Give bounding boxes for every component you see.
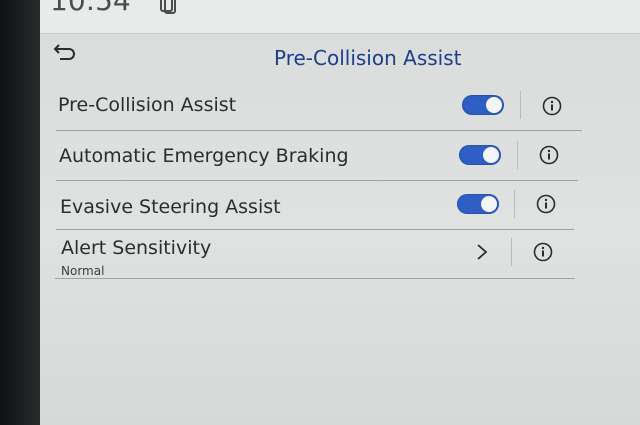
screen-bezel xyxy=(0,0,40,425)
setting-label: Automatic Emergency Braking xyxy=(59,145,349,167)
setting-label: Evasive Steering Assist xyxy=(60,196,281,218)
info-icon[interactable] xyxy=(533,242,553,262)
row-divider xyxy=(56,130,582,131)
row-separator xyxy=(517,141,518,169)
row-separator xyxy=(520,91,521,119)
phone-projection-icon[interactable] xyxy=(160,0,176,14)
automatic-emergency-braking-toggle[interactable] xyxy=(459,145,501,165)
info-icon[interactable] xyxy=(536,194,556,214)
row-divider xyxy=(56,180,578,181)
back-arrow-icon[interactable] xyxy=(52,42,76,60)
chevron-right-icon[interactable] xyxy=(476,243,488,261)
clock: 10:54 xyxy=(50,0,131,17)
pre-collision-assist-toggle[interactable] xyxy=(462,95,504,115)
row-separator xyxy=(514,190,515,218)
info-icon[interactable] xyxy=(542,96,562,116)
toggle-knob xyxy=(483,147,499,163)
toggle-knob xyxy=(481,196,497,212)
setting-label: Pre-Collision Assist xyxy=(58,94,237,116)
row-divider xyxy=(56,229,574,230)
info-icon[interactable] xyxy=(539,145,559,165)
status-bar: 10:54 xyxy=(40,0,640,34)
evasive-steering-assist-toggle[interactable] xyxy=(457,194,499,214)
screen: 10:54 Pre-Collision Assist Pre-Collision… xyxy=(40,0,640,425)
setting-value: Normal xyxy=(61,264,105,278)
toggle-knob xyxy=(486,97,502,113)
setting-label: Alert Sensitivity xyxy=(61,237,212,259)
row-separator xyxy=(511,238,512,266)
page-title: Pre-Collision Assist xyxy=(274,46,462,70)
row-divider xyxy=(55,278,575,279)
